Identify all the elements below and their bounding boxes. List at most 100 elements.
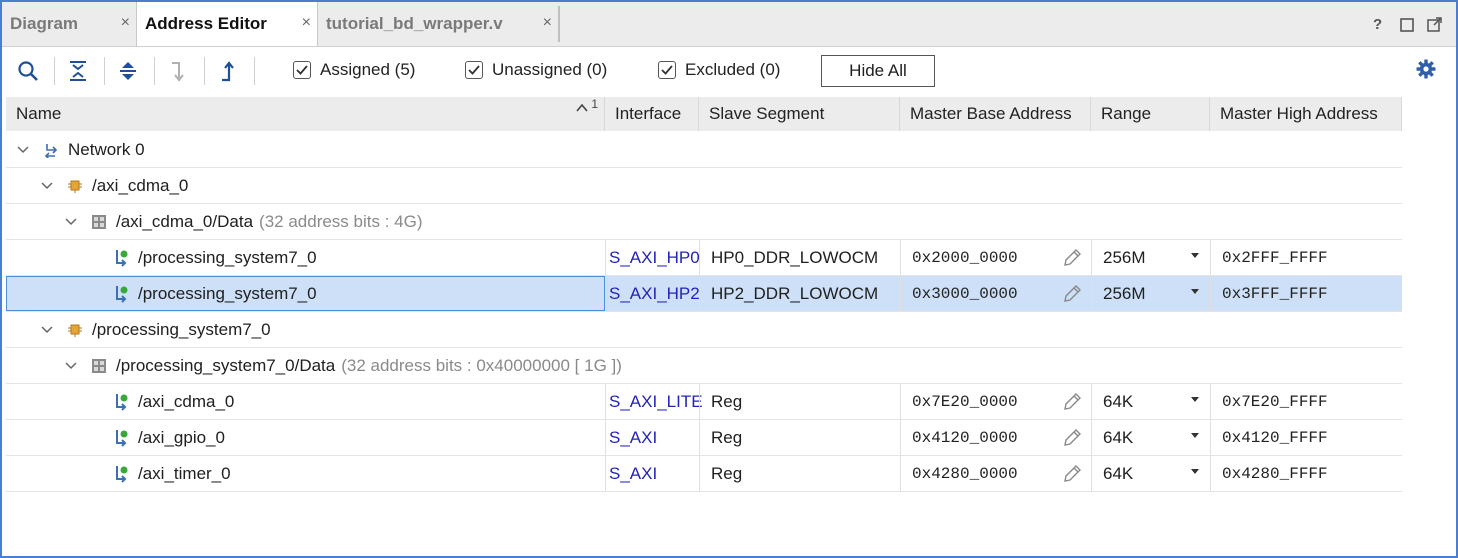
tree-row-address-space[interactable]: /processing_system7_0/Data (32 address b… [6,348,1402,384]
close-icon[interactable]: × [121,14,130,32]
ip-block-icon [66,177,84,195]
table-row[interactable]: /processing_system7_0 S_AXI_HP0 HP0_DDR_… [6,240,1402,276]
expand-all-icon[interactable] [112,55,144,87]
base-address-value: 0x4120_0000 [912,428,1018,447]
tree-row-address-space[interactable]: /axi_cdma_0/Data (32 address bits : 4G) [6,204,1402,240]
column-header-label: Interface [615,104,682,123]
dropdown-arrow-icon[interactable] [1191,466,1199,477]
table-row[interactable]: /axi_gpio_0 S_AXI Reg 0x4120_0000 64K 0x… [6,420,1402,456]
high-address-cell: 0x2FFF_FFFF [1216,240,1328,275]
table-row[interactable]: /axi_timer_0 S_AXI Reg 0x4280_0000 64K 0… [6,456,1402,492]
base-address-cell[interactable]: 0x7E20_0000 [906,384,1091,419]
filter-unassigned-checkbox[interactable]: Unassigned (0) [465,60,607,80]
range-dropdown[interactable]: 64K [1097,456,1210,491]
name-cell: /axi_gpio_0 [106,420,225,455]
tree-row-master[interactable]: /axi_cdma_0 [6,168,1402,204]
interface-cell[interactable]: S_AXI [605,420,699,455]
chevron-down-icon[interactable] [40,323,54,337]
range-value: 256M [1103,283,1146,303]
column-divider [1091,456,1092,491]
checkbox-icon[interactable] [293,61,311,79]
range-dropdown[interactable]: 64K [1097,384,1210,419]
column-divider [900,384,901,419]
base-address-cell[interactable]: 0x3000_0000 [906,276,1091,311]
column-divider [1210,384,1211,419]
checkbox-icon[interactable] [465,61,483,79]
pencil-icon[interactable] [1062,248,1082,273]
move-down-icon[interactable] [162,55,194,87]
range-dropdown[interactable]: 256M [1097,276,1210,311]
network-icon [42,141,60,159]
column-header-master-base-address[interactable]: Master Base Address [900,97,1091,131]
help-icon[interactable]: ? [1373,16,1382,33]
column-divider [699,420,700,455]
name-cell: /processing_system7_0 [106,240,317,275]
column-header-slave-segment[interactable]: Slave Segment [699,97,900,131]
pencil-icon[interactable] [1062,428,1082,453]
close-icon[interactable]: × [543,14,552,32]
gear-icon[interactable] [1416,59,1436,84]
column-header-name[interactable]: Name 1 [6,97,605,131]
chevron-down-icon[interactable] [64,215,78,229]
pencil-icon[interactable] [1062,392,1082,417]
restore-icon[interactable] [1400,18,1414,36]
base-address-cell[interactable]: 0x4280_0000 [906,456,1091,491]
base-address-cell[interactable]: 0x4120_0000 [906,420,1091,455]
dropdown-arrow-icon[interactable] [1191,250,1199,261]
table-row[interactable]: /axi_cdma_0 S_AXI_LITE Reg 0x7E20_0000 6… [6,384,1402,420]
range-dropdown[interactable]: 256M [1097,240,1210,275]
tab-address-editor[interactable]: Address Editor × [136,2,318,46]
column-divider [699,240,700,275]
dropdown-arrow-icon[interactable] [1191,286,1199,297]
interface-cell[interactable]: S_AXI_HP2 [605,276,700,311]
row-label: /processing_system7_0 [138,283,317,303]
column-divider [699,384,700,419]
filter-excluded-checkbox[interactable]: Excluded (0) [658,60,780,80]
address-space-note: (32 address bits : 0x40000000 [ 1G ]) [341,355,622,375]
collapse-all-icon[interactable] [62,55,94,87]
toolbar-separator [104,57,105,85]
slave-segment-cell: Reg [711,427,743,447]
row-label: /axi_gpio_0 [138,427,225,447]
filter-assigned-checkbox[interactable]: Assigned (5) [293,60,415,80]
column-header-interface[interactable]: Interface [605,97,699,131]
column-divider [1210,276,1211,311]
tree-row-master[interactable]: /processing_system7_0 [6,312,1402,348]
row-label: /processing_system7_0 [92,319,271,339]
chevron-down-icon[interactable] [40,179,54,193]
column-header-master-high-address[interactable]: Master High Address [1210,97,1402,131]
segment-icon [112,249,130,267]
pencil-icon[interactable] [1062,464,1082,489]
hide-all-button[interactable]: Hide All [821,55,935,87]
base-address-cell[interactable]: 0x2000_0000 [906,240,1091,275]
interface-cell[interactable]: S_AXI_HP0 [605,240,700,275]
range-dropdown[interactable]: 64K [1097,420,1210,455]
slave-segment-cell: Reg [711,463,743,483]
close-icon[interactable]: × [302,14,311,32]
table-row-selected[interactable]: /processing_system7_0 S_AXI_HP2 HP2_DDR_… [6,276,1402,312]
tab-diagram[interactable]: Diagram × [2,2,136,46]
column-header-range[interactable]: Range [1091,97,1210,131]
address-space-icon [90,213,108,231]
interface-cell[interactable]: S_AXI_LITE [605,384,703,419]
sort-ascending-icon: 1 [576,97,598,115]
column-divider [1210,456,1211,491]
chevron-down-icon[interactable] [16,143,30,157]
tree-row-network[interactable]: Network 0 [6,132,1402,168]
checkbox-icon[interactable] [658,61,676,79]
dropdown-arrow-icon[interactable] [1191,430,1199,441]
chevron-down-icon[interactable] [64,359,78,373]
float-icon[interactable] [1427,17,1442,36]
name-cell: /processing_system7_0 [34,312,271,347]
slave-segment-cell: HP2_DDR_LOWOCM [711,283,879,303]
high-address-cell: 0x3FFF_FFFF [1216,276,1328,311]
column-divider [699,276,700,311]
move-up-icon[interactable] [212,55,244,87]
interface-cell[interactable]: S_AXI [605,456,699,491]
tab-tutorial-bd-wrapper[interactable]: tutorial_bd_wrapper.v × [318,2,558,46]
column-header-label: Master High Address [1220,104,1378,123]
pencil-icon[interactable] [1062,284,1082,309]
search-icon[interactable] [12,55,44,87]
name-cell: /processing_system7_0 [106,276,317,311]
dropdown-arrow-icon[interactable] [1191,394,1199,405]
